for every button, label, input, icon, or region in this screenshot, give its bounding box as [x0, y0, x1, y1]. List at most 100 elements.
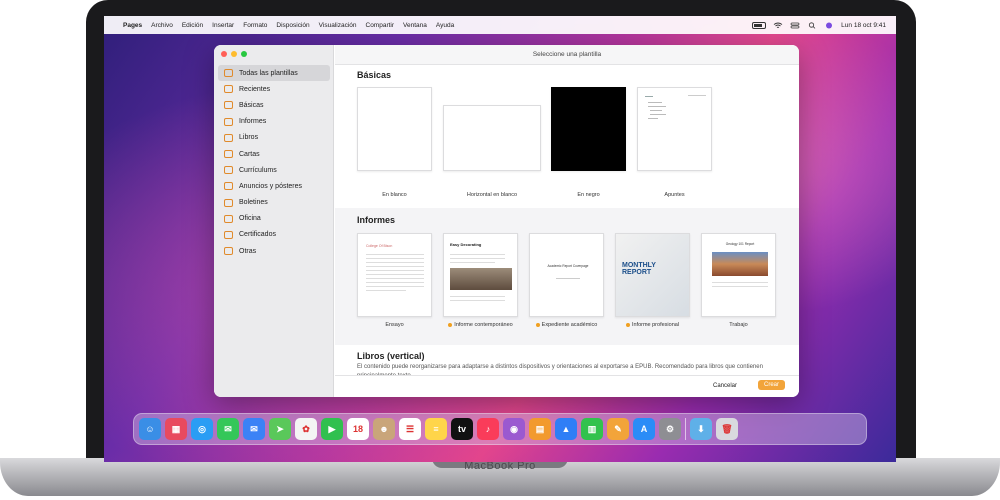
wifi-icon[interactable]	[773, 22, 783, 29]
sidebar-item-9[interactable]: Oficina	[218, 211, 330, 227]
mail-icon[interactable]: ✉	[243, 418, 265, 440]
tile-photo-interior	[450, 268, 512, 290]
dock: ☺ ▦ ◎ ✉ ✉ ➤ ✿ ▶ 18 ☻ ☰ ≡ tv ♪ ◉ ▤ ▲ ▥ ✎ A ⚙ ⬇ 🗑	[133, 413, 867, 445]
sidebar-item-10[interactable]: Certificados	[218, 227, 330, 243]
window-title: Seleccione una plantilla	[335, 45, 799, 65]
menu-visualizacion[interactable]: Visualización	[319, 22, 357, 29]
template-informe-profesional[interactable]: MONTHLY REPORT	[615, 233, 690, 317]
caption-expediente-academico: Expediente académico	[529, 322, 604, 329]
siri-icon[interactable]	[824, 22, 834, 29]
sidebar-item-4[interactable]: Libros	[218, 130, 330, 146]
sidebar-item-8[interactable]: Boletines	[218, 195, 330, 211]
document-icon	[224, 101, 233, 110]
envelope-icon	[224, 150, 233, 159]
sidebar-item-7[interactable]: Anuncios y pósteres	[218, 178, 330, 194]
menu-formato[interactable]: Formato	[243, 22, 267, 29]
template-sidebar: Todas las plantillas Recientes Básicas Info…	[214, 45, 334, 397]
search-icon[interactable]	[807, 21, 817, 29]
tile-title-profesional: MONTHLY REPORT	[622, 262, 656, 276]
other-icon	[224, 247, 233, 256]
section-title-informes: Informes	[357, 215, 396, 225]
close-button[interactable]	[221, 51, 227, 57]
safari-icon[interactable]: ◎	[191, 418, 213, 440]
section-title-libros: Libros (vertical)	[357, 351, 425, 361]
podcasts-icon[interactable]: ◉	[503, 418, 525, 440]
menu-edicion[interactable]: Edición	[182, 22, 203, 29]
sidebar-item-3[interactable]: Informes	[218, 114, 330, 130]
new-badge-icon	[448, 322, 453, 327]
template-expediente-academico[interactable]: Academic Report Coverpage	[529, 233, 604, 317]
template-apuntes[interactable]	[637, 87, 712, 171]
sidebar-item-2[interactable]: Básicas	[218, 97, 330, 113]
dock-separator	[685, 418, 686, 440]
template-horizontal-en-blanco[interactable]	[443, 105, 541, 171]
music-icon[interactable]: ♪	[477, 418, 499, 440]
notes-icon[interactable]: ≡	[425, 418, 447, 440]
new-badge-icon	[625, 322, 630, 327]
template-gallery: Seleccione una plantilla Básicas En blan…	[335, 45, 799, 397]
menu-disposicion[interactable]: Disposición	[276, 22, 309, 29]
numbers-icon[interactable]: ▥	[581, 418, 603, 440]
sidebar-item-5[interactable]: Cartas	[218, 146, 330, 162]
grid-icon	[224, 69, 233, 78]
sidebar-item-1[interactable]: Recientes	[218, 81, 330, 97]
minimize-button[interactable]	[231, 51, 237, 57]
photos-icon[interactable]: ✿	[295, 418, 317, 440]
calendar-icon[interactable]: 18	[347, 418, 369, 440]
messages-icon[interactable]: ✉	[217, 418, 239, 440]
books-icon[interactable]: ▤	[529, 418, 551, 440]
cancel-button[interactable]: Cancelar	[708, 381, 741, 391]
trash-icon[interactable]: 🗑	[716, 418, 738, 440]
sidebar-item-label: Otras	[239, 247, 257, 255]
template-en-negro[interactable]	[551, 87, 626, 171]
launchpad-icon[interactable]: ▦	[165, 418, 187, 440]
create-button[interactable]: Crear	[757, 380, 785, 390]
control-center-icon[interactable]	[790, 22, 800, 29]
template-en-blanco[interactable]	[357, 87, 432, 171]
pages-icon[interactable]: ✎	[607, 418, 629, 440]
clock-icon	[224, 85, 233, 94]
keynote-icon[interactable]: ▲	[555, 418, 577, 440]
menu-compartir[interactable]: Compartir	[366, 22, 395, 29]
sidebar-item-label: Currículums	[239, 166, 277, 174]
menu-bar: Pages Archivo Edición Insertar Formato D…	[104, 16, 896, 34]
app-store-icon[interactable]: A	[633, 418, 655, 440]
tile-title-contemporaneo: Easy Decorating	[450, 242, 482, 247]
sidebar-item-11[interactable]: Otras	[218, 243, 330, 259]
sidebar-item-label: Informes	[239, 118, 267, 126]
newsletter-icon	[224, 198, 233, 207]
menu-archivo[interactable]: Archivo	[151, 22, 173, 29]
category-list: Todas las plantillas Recientes Básicas Info…	[218, 65, 330, 259]
caption-trabajo: Trabajo	[729, 322, 748, 328]
desktop: Pages Archivo Edición Insertar Formato D…	[104, 16, 896, 462]
caption-horizontal-en-blanco: Horizontal en blanco	[466, 192, 518, 198]
battery-icon[interactable]	[752, 21, 767, 29]
menu-ayuda[interactable]: Ayuda	[436, 22, 454, 29]
system-preferences-icon[interactable]: ⚙	[659, 418, 681, 440]
sidebar-item-label: Básicas	[239, 101, 264, 109]
caption-apuntes: Apuntes	[664, 192, 685, 198]
macbook: MacBook Pro Pages Archivo Edición Insert…	[0, 0, 1000, 500]
poster-icon	[224, 182, 233, 191]
menu-ventana[interactable]: Ventana	[403, 22, 427, 29]
template-trabajo[interactable]: Geology 101 Report	[701, 233, 776, 317]
template-informe-contemporaneo[interactable]: Easy Decorating	[443, 233, 518, 317]
menu-clock[interactable]: Lun 18 oct 9:41	[841, 22, 886, 29]
menu-insertar[interactable]: Insertar	[212, 22, 234, 29]
reminders-icon[interactable]: ☰	[399, 418, 421, 440]
finder-icon[interactable]: ☺	[139, 418, 161, 440]
downloads-folder-icon[interactable]: ⬇	[690, 418, 712, 440]
template-ensayo[interactable]: College Of Bison	[357, 233, 432, 317]
zoom-button[interactable]	[241, 51, 247, 57]
sidebar-item-0[interactable]: Todas las plantillas	[218, 65, 330, 82]
facetime-icon[interactable]: ▶	[321, 418, 343, 440]
dialog-footer: Cancelar Crear	[335, 375, 799, 397]
menu-pages[interactable]: Pages	[123, 22, 142, 29]
sidebar-item-label: Certificados	[239, 231, 276, 239]
sidebar-item-label: Cartas	[239, 150, 260, 158]
contacts-icon[interactable]: ☻	[373, 418, 395, 440]
tv-icon[interactable]: tv	[451, 418, 473, 440]
sidebar-item-label: Anuncios y pósteres	[239, 182, 303, 190]
maps-icon[interactable]: ➤	[269, 418, 291, 440]
sidebar-item-6[interactable]: Currículums	[218, 162, 330, 178]
